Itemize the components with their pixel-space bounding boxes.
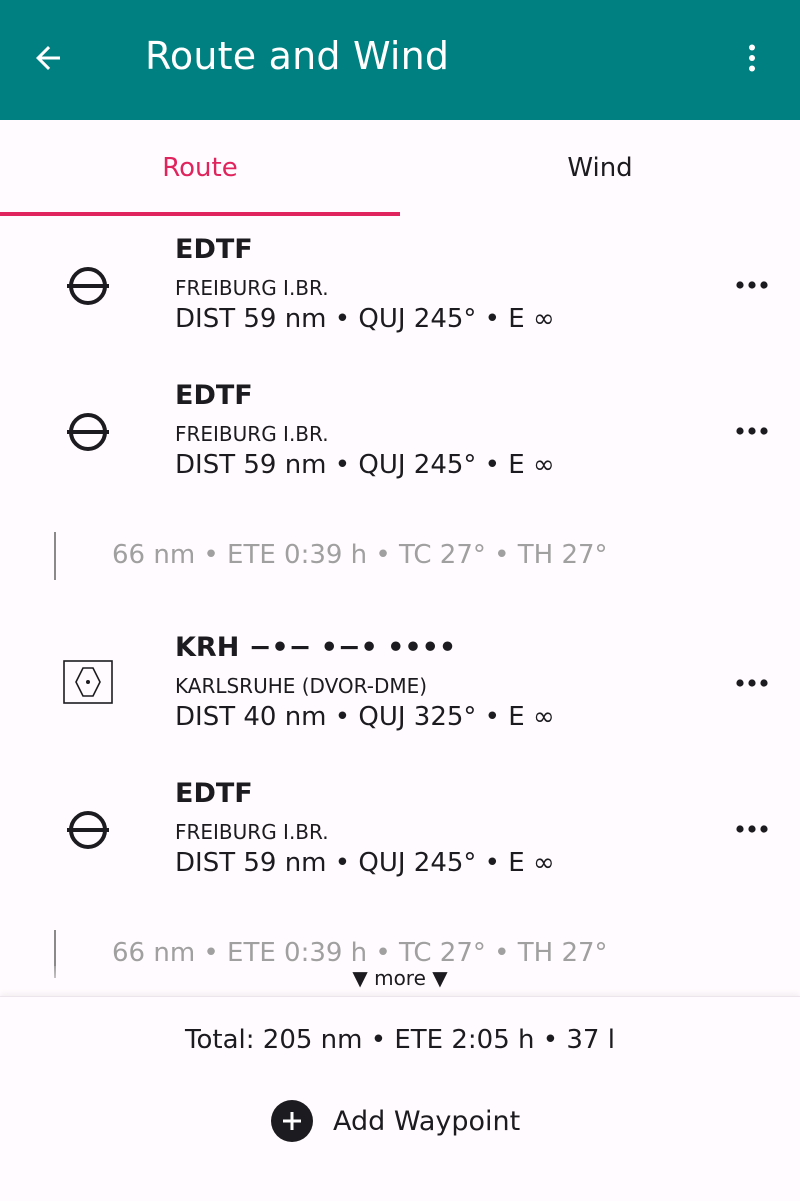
waypoint-info: DIST 59 nm • QUJ 245° • E ∞ [175, 304, 555, 334]
airfield-icon [60, 404, 116, 460]
waypoint-code: EDTF [175, 234, 253, 265]
waypoint-name: KARLSRUHE (DVOR-DME) [175, 674, 428, 698]
waypoint-info: DIST 59 nm • QUJ 245° • E ∞ [175, 848, 555, 878]
tab-wind[interactable]: Wind [400, 120, 800, 216]
leg-info: 66 nm • ETE 0:39 h • TC 27° • TH 27° [112, 540, 608, 570]
waypoint-code: EDTF [175, 380, 253, 411]
more-horiz-icon [735, 673, 769, 692]
waypoint-code: EDTF [175, 778, 253, 809]
waypoint-name: FREIBURG I.BR. [175, 422, 329, 446]
route-summary-footer: Total: 205 nm • ETE 2:05 h • 37 l Add Wa… [0, 996, 800, 1201]
more-horiz-icon [735, 819, 769, 838]
add-waypoint-label: Add Waypoint [333, 1105, 521, 1137]
waypoint-menu-button[interactable] [724, 256, 780, 312]
add-circle-icon [271, 1100, 313, 1142]
more-horiz-icon [735, 421, 769, 440]
leg-info: 66 nm • ETE 0:39 h • TC 27° • TH 27° [112, 938, 608, 968]
more-horiz-icon [735, 275, 769, 294]
arrow-back-icon [30, 40, 66, 80]
airfield-icon [60, 258, 116, 314]
waypoint-row[interactable]: KRH −•− •−• •••• KARLSRUHE (DVOR-DME) DI… [0, 614, 800, 760]
leg-connector-line [54, 532, 56, 580]
airfield-icon [60, 802, 116, 858]
route-total: Total: 205 nm • ETE 2:05 h • 37 l [185, 1025, 615, 1055]
leg-info-row: 66 nm • ETE 0:39 h • TC 27° • TH 27° [0, 532, 800, 582]
waypoint-menu-button[interactable] [724, 800, 780, 856]
waypoint-menu-button[interactable] [724, 654, 780, 710]
vor-dme-icon [60, 654, 116, 710]
waypoint-row[interactable]: EDTF FREIBURG I.BR. DIST 59 nm • QUJ 245… [0, 362, 800, 508]
waypoint-row[interactable]: EDTF FREIBURG I.BR. DIST 59 nm • QUJ 245… [0, 216, 800, 362]
page-title: Route and Wind [145, 34, 450, 78]
waypoint-info: DIST 59 nm • QUJ 245° • E ∞ [175, 450, 555, 480]
waypoint-name: FREIBURG I.BR. [175, 276, 329, 300]
waypoint-row[interactable]: EDTF FREIBURG I.BR. DIST 59 nm • QUJ 245… [0, 760, 800, 906]
overflow-menu-button[interactable] [724, 32, 780, 88]
add-waypoint-button[interactable]: Add Waypoint [260, 1093, 540, 1149]
waypoint-code: KRH −•− •−• •••• [175, 632, 457, 663]
waypoint-menu-button[interactable] [724, 402, 780, 458]
tab-bar: Route Wind [0, 120, 800, 216]
more-vert-icon [734, 40, 770, 80]
back-button[interactable] [20, 32, 76, 88]
route-list[interactable]: EDTF FREIBURG I.BR. DIST 59 nm • QUJ 245… [0, 216, 800, 996]
tab-route[interactable]: Route [0, 120, 400, 216]
waypoint-info: DIST 40 nm • QUJ 325° • E ∞ [175, 702, 555, 732]
more-indicator[interactable]: ▼ more ▼ [0, 966, 800, 996]
app-bar: Route and Wind [0, 0, 800, 120]
waypoint-name: FREIBURG I.BR. [175, 820, 329, 844]
